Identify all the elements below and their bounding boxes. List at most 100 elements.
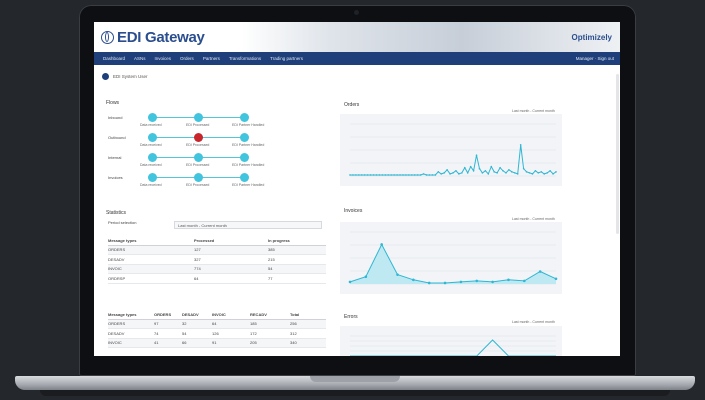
- chart-point[interactable]: [493, 171, 495, 173]
- period-select[interactable]: Last month - Current month: [174, 221, 322, 229]
- chart-point[interactable]: [399, 174, 401, 176]
- chart-point[interactable]: [352, 174, 354, 176]
- chart-point[interactable]: [380, 243, 383, 246]
- flow-node[interactable]: [240, 133, 249, 142]
- chart-point[interactable]: [425, 174, 428, 176]
- chart-point[interactable]: [475, 154, 478, 156]
- flow-node[interactable]: [240, 113, 249, 122]
- chart-point[interactable]: [543, 173, 546, 175]
- flow-node[interactable]: [240, 153, 249, 162]
- chart-point[interactable]: [472, 170, 475, 172]
- chart-point[interactable]: [461, 172, 463, 174]
- chart-point[interactable]: [360, 174, 363, 176]
- chart-point[interactable]: [499, 166, 501, 169]
- chart-point[interactable]: [413, 174, 416, 176]
- chart-point[interactable]: [538, 270, 542, 273]
- chart-point[interactable]: [508, 168, 510, 171]
- chart-point[interactable]: [396, 174, 398, 176]
- table-row[interactable]: INVOIC 41 66 91 205 340: [108, 338, 326, 348]
- chart-point[interactable]: [443, 172, 445, 174]
- chart-point[interactable]: [364, 275, 368, 279]
- chart-point[interactable]: [555, 171, 557, 173]
- chart-point[interactable]: [523, 279, 526, 283]
- table-row[interactable]: ORDRSP 64 77: [108, 274, 326, 284]
- chart-point[interactable]: [491, 280, 494, 284]
- chart-point[interactable]: [427, 281, 431, 285]
- chart-point[interactable]: [522, 167, 525, 170]
- chart-point[interactable]: [366, 174, 369, 176]
- table-row[interactable]: INVOIC 774 54: [108, 264, 326, 274]
- flow-node-error[interactable]: [194, 133, 203, 142]
- chart-point[interactable]: [372, 174, 375, 176]
- nav-item-asns[interactable]: ASNs: [134, 56, 146, 61]
- chart-point[interactable]: [422, 173, 425, 175]
- chart-point[interactable]: [446, 168, 448, 171]
- chart-point[interactable]: [507, 278, 510, 282]
- chart-point[interactable]: [466, 172, 469, 174]
- flow-node[interactable]: [194, 173, 203, 182]
- chart-point[interactable]: [452, 172, 454, 174]
- chart-point[interactable]: [490, 165, 493, 168]
- chart-point[interactable]: [487, 173, 490, 175]
- chart-point[interactable]: [428, 174, 431, 176]
- nav-item-trading-partners[interactable]: Trading partners: [270, 56, 303, 61]
- chart-point[interactable]: [554, 277, 558, 281]
- chart-point[interactable]: [396, 273, 399, 276]
- table-row[interactable]: ORDERS 97 32 64 185 256: [108, 319, 326, 329]
- flow-node[interactable]: [194, 113, 203, 122]
- chart-point[interactable]: [449, 173, 451, 175]
- chart-point[interactable]: [502, 170, 504, 172]
- nav-item-partners[interactable]: Partners: [203, 56, 220, 61]
- chart-point[interactable]: [431, 174, 434, 176]
- nav-item-transformations[interactable]: Transformations: [229, 56, 261, 61]
- chart-point[interactable]: [390, 174, 392, 176]
- chart-point[interactable]: [358, 174, 360, 176]
- chart-point[interactable]: [363, 174, 366, 176]
- chart-point[interactable]: [549, 170, 551, 172]
- scrollbar[interactable]: [616, 74, 619, 234]
- chart-point[interactable]: [369, 174, 372, 176]
- chart-point[interactable]: [537, 172, 540, 174]
- chart-point[interactable]: [540, 171, 543, 173]
- chart-point[interactable]: [349, 174, 351, 176]
- chart-point[interactable]: [505, 172, 507, 174]
- table-row[interactable]: DESADV 74 54 126 172 312: [108, 329, 326, 339]
- chart-point[interactable]: [419, 174, 422, 176]
- chart-point[interactable]: [475, 279, 479, 283]
- flow-node[interactable]: [240, 173, 249, 182]
- flow-node[interactable]: [148, 133, 157, 142]
- table-row[interactable]: DESADV 327 215: [108, 255, 326, 265]
- chart-point[interactable]: [378, 174, 381, 176]
- chart-point[interactable]: [514, 172, 516, 174]
- chart-point[interactable]: [437, 171, 440, 173]
- chart-point[interactable]: [405, 174, 407, 176]
- chart-point[interactable]: [481, 172, 484, 174]
- chart-point[interactable]: [355, 174, 357, 176]
- app-logo[interactable]: EDI Gateway: [101, 29, 205, 46]
- chart-point[interactable]: [416, 174, 419, 176]
- chart-point[interactable]: [384, 174, 387, 176]
- chart-point[interactable]: [402, 174, 404, 176]
- chart-point[interactable]: [440, 173, 443, 175]
- chart-point[interactable]: [381, 174, 384, 176]
- chart-point[interactable]: [434, 174, 437, 176]
- chart-point[interactable]: [412, 278, 415, 282]
- nav-item-orders[interactable]: Orders: [180, 56, 194, 61]
- chart-point[interactable]: [511, 171, 513, 173]
- table-row[interactable]: ORDERS 127 385: [108, 245, 326, 255]
- chart-point[interactable]: [408, 174, 410, 176]
- chart-point[interactable]: [443, 281, 447, 285]
- flow-node[interactable]: [148, 153, 157, 162]
- nav-item-dashboard[interactable]: Dashboard: [103, 56, 125, 61]
- chart-point[interactable]: [463, 166, 466, 169]
- chart-point[interactable]: [528, 172, 531, 174]
- flow-node[interactable]: [194, 153, 203, 162]
- chart-point[interactable]: [525, 171, 528, 173]
- chart-point[interactable]: [387, 174, 390, 176]
- nav-user-menu[interactable]: Manager · Sign out: [576, 56, 614, 61]
- chart-point[interactable]: [348, 280, 352, 284]
- chart-point[interactable]: [552, 173, 554, 175]
- chart-point[interactable]: [393, 174, 395, 176]
- chart-point[interactable]: [459, 280, 463, 284]
- flow-node[interactable]: [148, 113, 157, 122]
